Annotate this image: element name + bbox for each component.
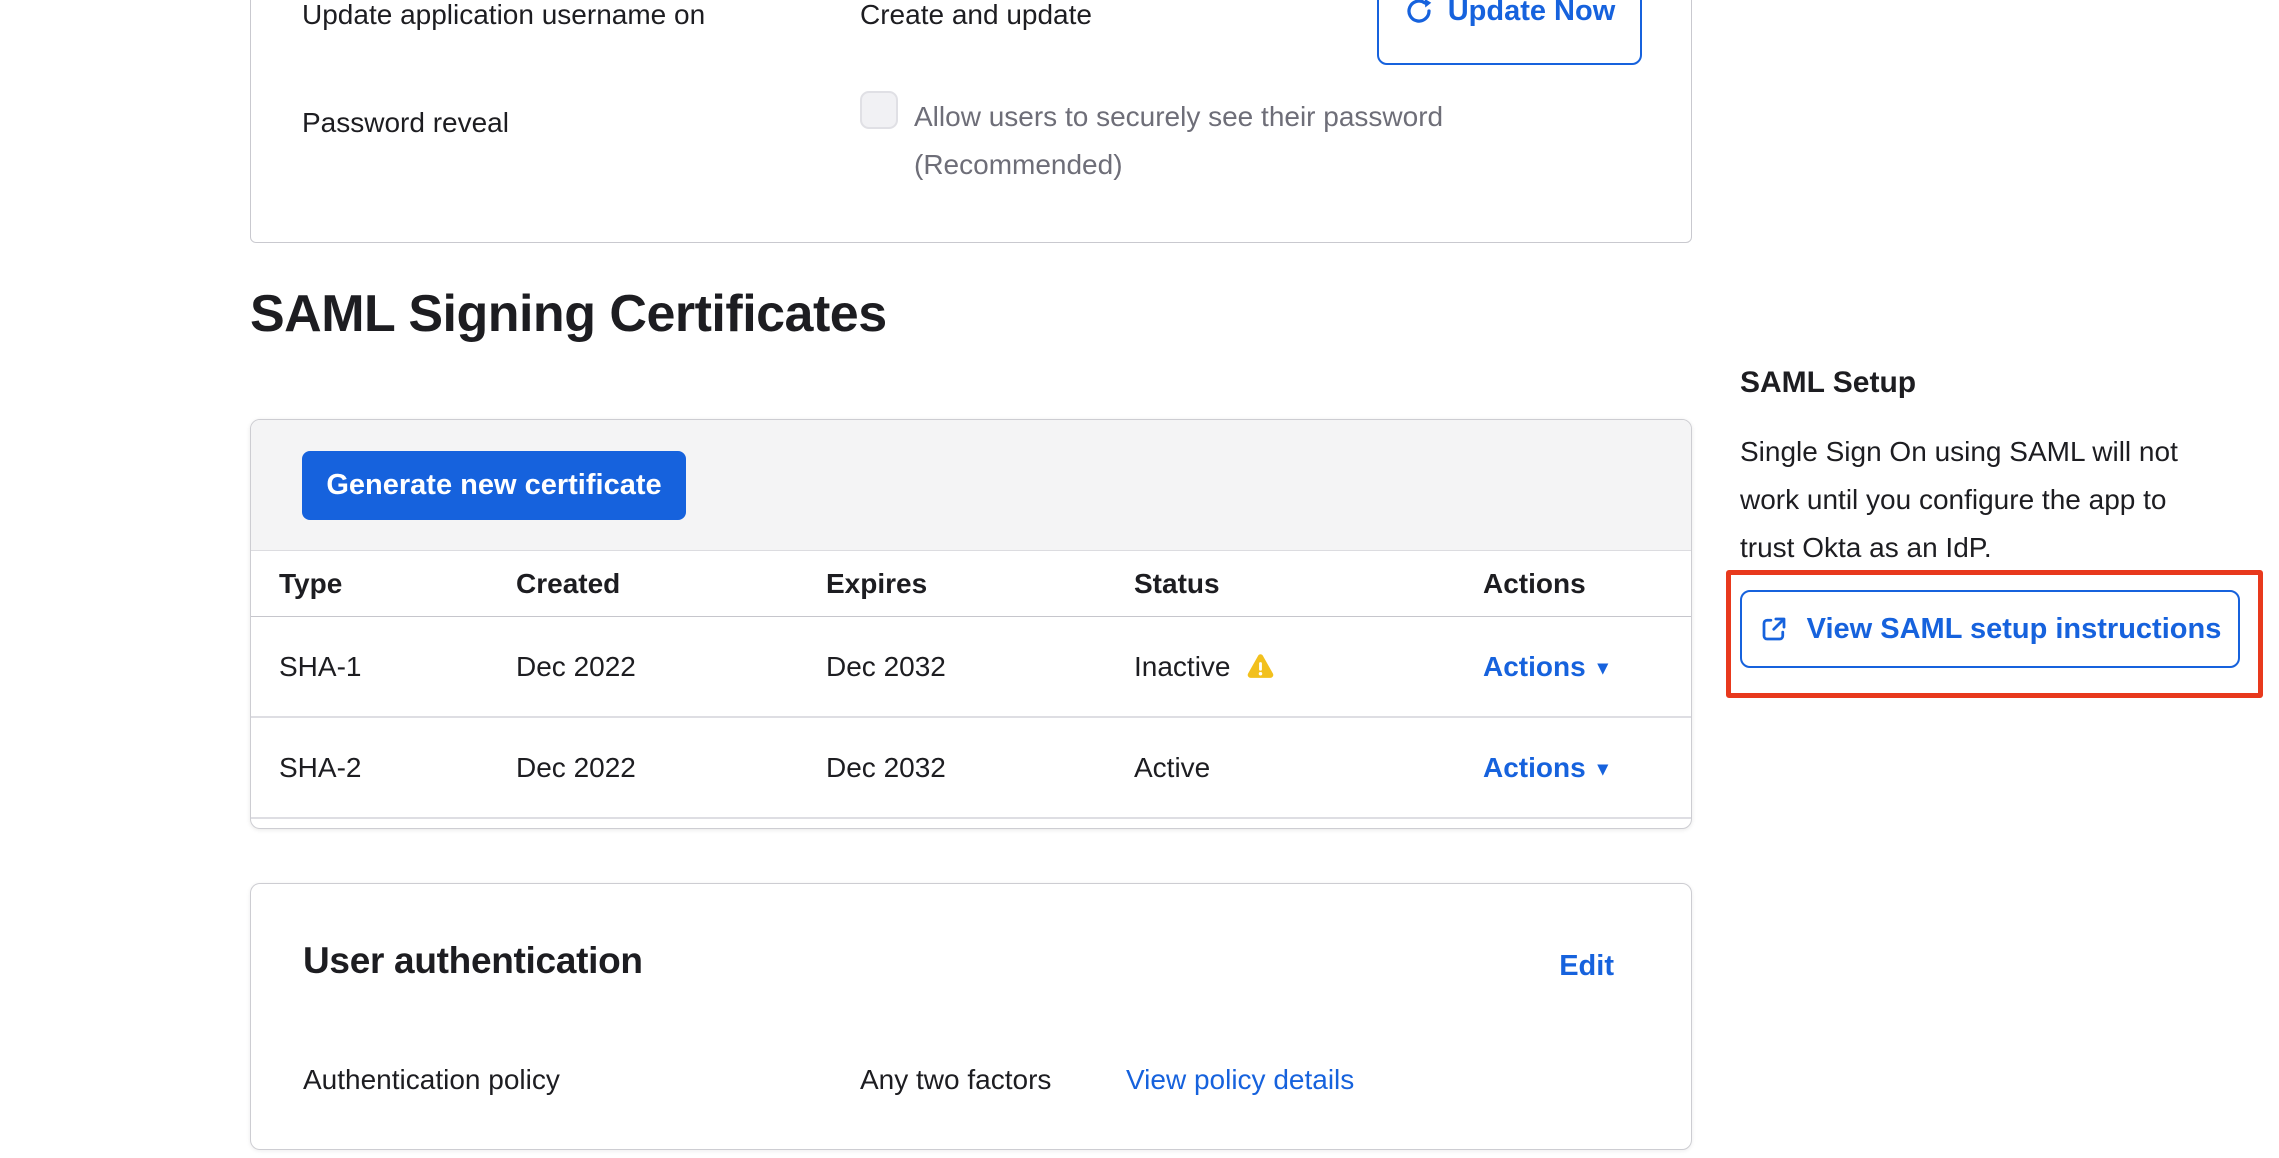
password-reveal-label: Password reveal — [302, 107, 509, 139]
warning-icon — [1245, 651, 1276, 682]
saml-setup-description: Single Sign On using SAML will not work … — [1740, 428, 2260, 572]
cert-status-cell: Active — [1108, 752, 1457, 784]
edit-link[interactable]: Edit — [1559, 950, 1614, 983]
certificates-table-header: Type Created Expires Status Actions — [251, 551, 1691, 617]
password-reveal-checkbox[interactable] — [860, 91, 898, 129]
cert-type-cell: SHA-2 — [251, 752, 490, 784]
external-link-icon — [1759, 614, 1789, 644]
cert-actions-cell: Actions ▾ — [1457, 651, 1692, 683]
password-reveal-checkbox-label: Allow users to securely see their passwo… — [914, 93, 1514, 189]
cert-type-cell: SHA-1 — [251, 651, 490, 683]
table-row: SHA-1 Dec 2022 Dec 2032 Inactive Actions… — [251, 617, 1691, 718]
column-header-type: Type — [251, 568, 490, 600]
saml-setup-heading: SAML Setup — [1740, 366, 1916, 400]
actions-label: Actions — [1483, 752, 1586, 784]
column-header-actions: Actions — [1457, 568, 1692, 600]
update-now-button[interactable]: Update Now — [1377, 0, 1642, 65]
update-now-label: Update Now — [1448, 0, 1616, 28]
actions-label: Actions — [1483, 651, 1586, 683]
generate-new-certificate-button[interactable]: Generate new certificate — [302, 451, 686, 520]
view-policy-details-link[interactable]: View policy details — [1126, 1064, 1354, 1096]
update-username-label: Update application username on — [302, 0, 705, 31]
column-header-status: Status — [1108, 568, 1457, 600]
user-authentication-heading: User authentication — [303, 940, 643, 982]
cert-actions-cell: Actions ▾ — [1457, 752, 1692, 784]
status-text: Active — [1134, 752, 1210, 784]
certificates-table-card: Generate new certificate Type Created Ex… — [250, 419, 1692, 829]
cert-status-cell: Inactive — [1108, 651, 1457, 683]
caret-down-icon: ▾ — [1598, 756, 1608, 781]
authentication-policy-value: Any two factors — [860, 1064, 1051, 1096]
table-row: SHA-2 Dec 2022 Dec 2032 Active Actions ▾ — [251, 718, 1691, 819]
refresh-icon — [1404, 0, 1434, 26]
user-authentication-card: User authentication Edit Authentication … — [250, 883, 1692, 1150]
saml-settings-page: Update application username on Create an… — [0, 0, 2279, 1158]
cert-created-cell: Dec 2022 — [490, 651, 800, 683]
column-header-expires: Expires — [800, 568, 1108, 600]
cert-created-cell: Dec 2022 — [490, 752, 800, 784]
status-text: Inactive — [1134, 651, 1231, 683]
sign-on-settings-card: Update application username on Create an… — [250, 0, 1692, 243]
cert-expires-cell: Dec 2032 — [800, 651, 1108, 683]
actions-dropdown[interactable]: Actions ▾ — [1483, 752, 1608, 784]
column-header-created: Created — [490, 568, 800, 600]
update-username-value: Create and update — [860, 0, 1092, 31]
red-highlight-annotation: View SAML setup instructions — [1726, 570, 2263, 698]
authentication-policy-label: Authentication policy — [303, 1064, 560, 1096]
certificates-toolbar: Generate new certificate — [251, 420, 1691, 551]
caret-down-icon: ▾ — [1598, 655, 1608, 680]
view-saml-setup-instructions-button[interactable]: View SAML setup instructions — [1740, 590, 2240, 668]
page-title: SAML Signing Certificates — [250, 284, 887, 344]
actions-dropdown[interactable]: Actions ▾ — [1483, 651, 1608, 683]
cert-expires-cell: Dec 2032 — [800, 752, 1108, 784]
view-saml-setup-instructions-label: View SAML setup instructions — [1807, 613, 2222, 646]
